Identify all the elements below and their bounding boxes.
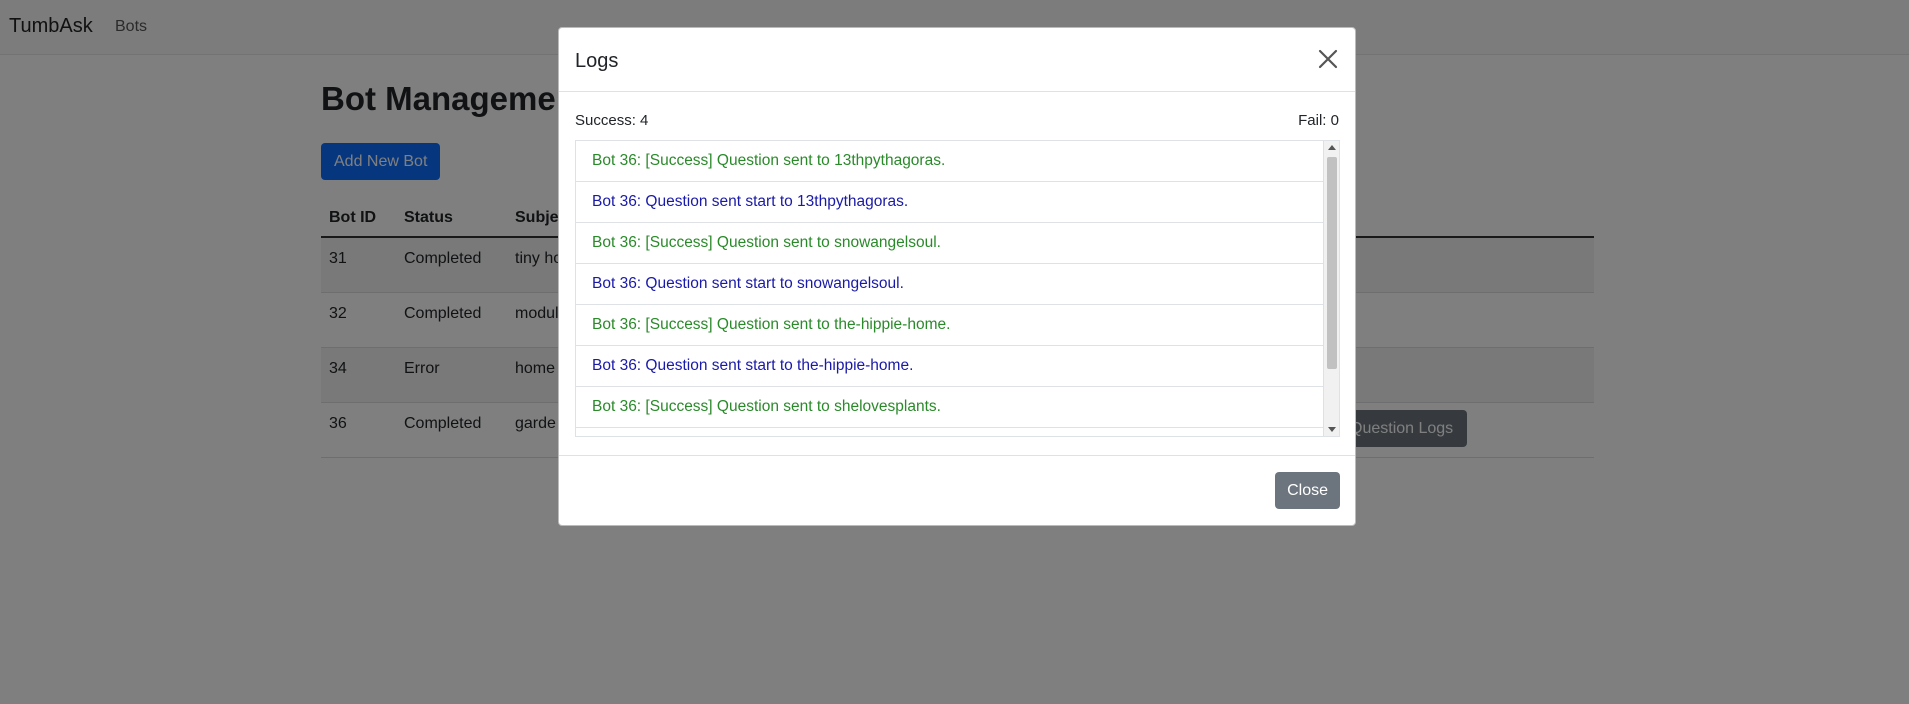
logs-modal: Logs Success: 4 Fail: 0 Bot 36: [Success… [558, 27, 1356, 526]
log-item: Bot 36: [Success] Question sent to snowa… [576, 223, 1324, 264]
close-button[interactable]: Close [1275, 472, 1340, 509]
modal-title: Logs [575, 50, 619, 72]
log-list-container[interactable]: Bot 36: [Success] Question sent to 13thp… [575, 140, 1340, 437]
scroll-down-icon[interactable] [1328, 427, 1336, 432]
scrollbar-thumb[interactable] [1327, 157, 1337, 369]
log-item: Bot 36: [Success] Question sent to shelo… [576, 387, 1324, 428]
modal-header: Logs [559, 28, 1355, 92]
scroll-up-icon[interactable] [1328, 145, 1336, 150]
fail-count: Fail: 0 [1298, 112, 1339, 129]
success-count: Success: 4 [575, 112, 649, 129]
log-item: Bot 36: Question sent start to snowangel… [576, 264, 1324, 305]
log-scrollbar[interactable] [1323, 141, 1339, 436]
log-item: Bot 36: Question sent start to 13thpytha… [576, 182, 1324, 223]
log-item: Bot 36: [Success] Question sent to 13thp… [576, 141, 1324, 182]
log-item: Bot 36: Question sent start to the-hippi… [576, 346, 1324, 387]
close-icon[interactable] [1315, 46, 1341, 72]
log-item: Bot 36: [Success] Question sent to the-h… [576, 305, 1324, 346]
log-list: Bot 36: [Success] Question sent to 13thp… [576, 141, 1324, 428]
